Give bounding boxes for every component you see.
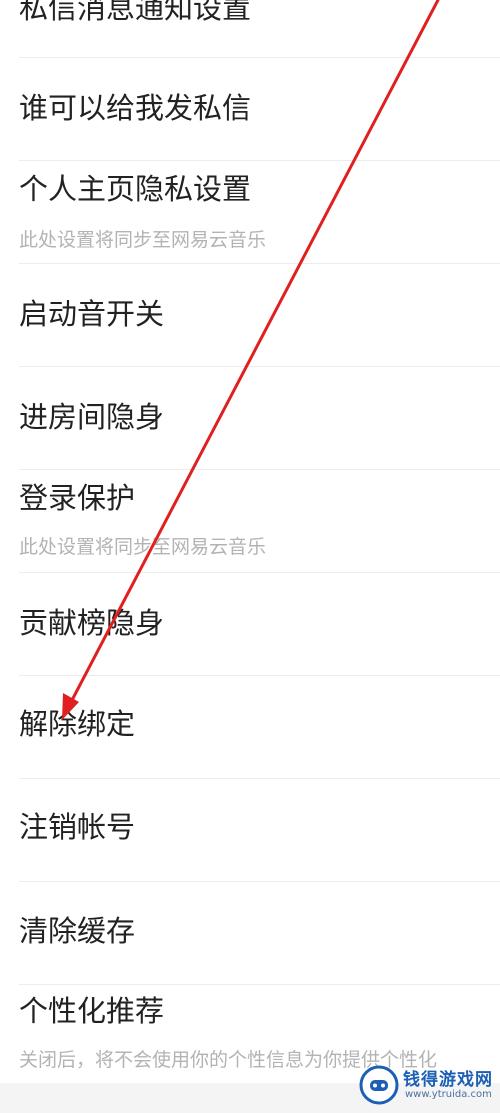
watermark: 钱得游戏网 www.ytruida.com bbox=[359, 1063, 494, 1109]
settings-item-message-notification[interactable]: 私信消息通知设置 bbox=[0, 0, 500, 58]
settings-item-homepage-privacy[interactable]: 个人主页隐私设置 此处设置将同步至网易云音乐 bbox=[0, 161, 500, 264]
watermark-name: 钱得游戏网 bbox=[403, 1070, 493, 1090]
settings-item-label: 谁可以给我发私信 bbox=[19, 91, 252, 125]
settings-item-label: 私信消息通知设置 bbox=[19, 0, 252, 25]
settings-item-contribution-invisible[interactable]: 贡献榜隐身 bbox=[0, 573, 500, 676]
settings-item-label: 登录保护 bbox=[19, 481, 136, 515]
settings-item-label: 解除绑定 bbox=[19, 707, 136, 741]
settings-item-hint: 此处设置将同步至网易云音乐 bbox=[19, 536, 267, 558]
settings-item-label: 个性化推荐 bbox=[19, 994, 165, 1028]
settings-item-delete-account[interactable]: 注销帐号 bbox=[0, 779, 500, 882]
settings-item-unbind[interactable]: 解除绑定 bbox=[0, 676, 500, 779]
settings-item-label: 启动音开关 bbox=[19, 297, 165, 331]
settings-page: 私信消息通知设置 谁可以给我发私信 个人主页隐私设置 此处设置将同步至网易云音乐… bbox=[0, 0, 500, 1113]
settings-item-room-invisible[interactable]: 进房间隐身 bbox=[0, 367, 500, 470]
settings-item-hint: 此处设置将同步至网易云音乐 bbox=[19, 229, 267, 251]
watermark-logo-icon bbox=[359, 1065, 399, 1105]
settings-item-label: 贡献榜隐身 bbox=[19, 606, 165, 640]
settings-item-login-protection[interactable]: 登录保护 此处设置将同步至网易云音乐 bbox=[0, 470, 500, 573]
settings-item-startup-sound[interactable]: 启动音开关 bbox=[0, 264, 500, 367]
settings-item-clear-cache[interactable]: 清除缓存 bbox=[0, 882, 500, 985]
watermark-url: www.ytruida.com bbox=[405, 1089, 492, 1100]
settings-item-label: 清除缓存 bbox=[19, 914, 136, 948]
settings-item-who-can-message[interactable]: 谁可以给我发私信 bbox=[0, 58, 500, 161]
settings-item-label: 注销帐号 bbox=[19, 810, 136, 844]
settings-item-label: 进房间隐身 bbox=[19, 400, 165, 434]
settings-item-label: 个人主页隐私设置 bbox=[19, 172, 252, 206]
